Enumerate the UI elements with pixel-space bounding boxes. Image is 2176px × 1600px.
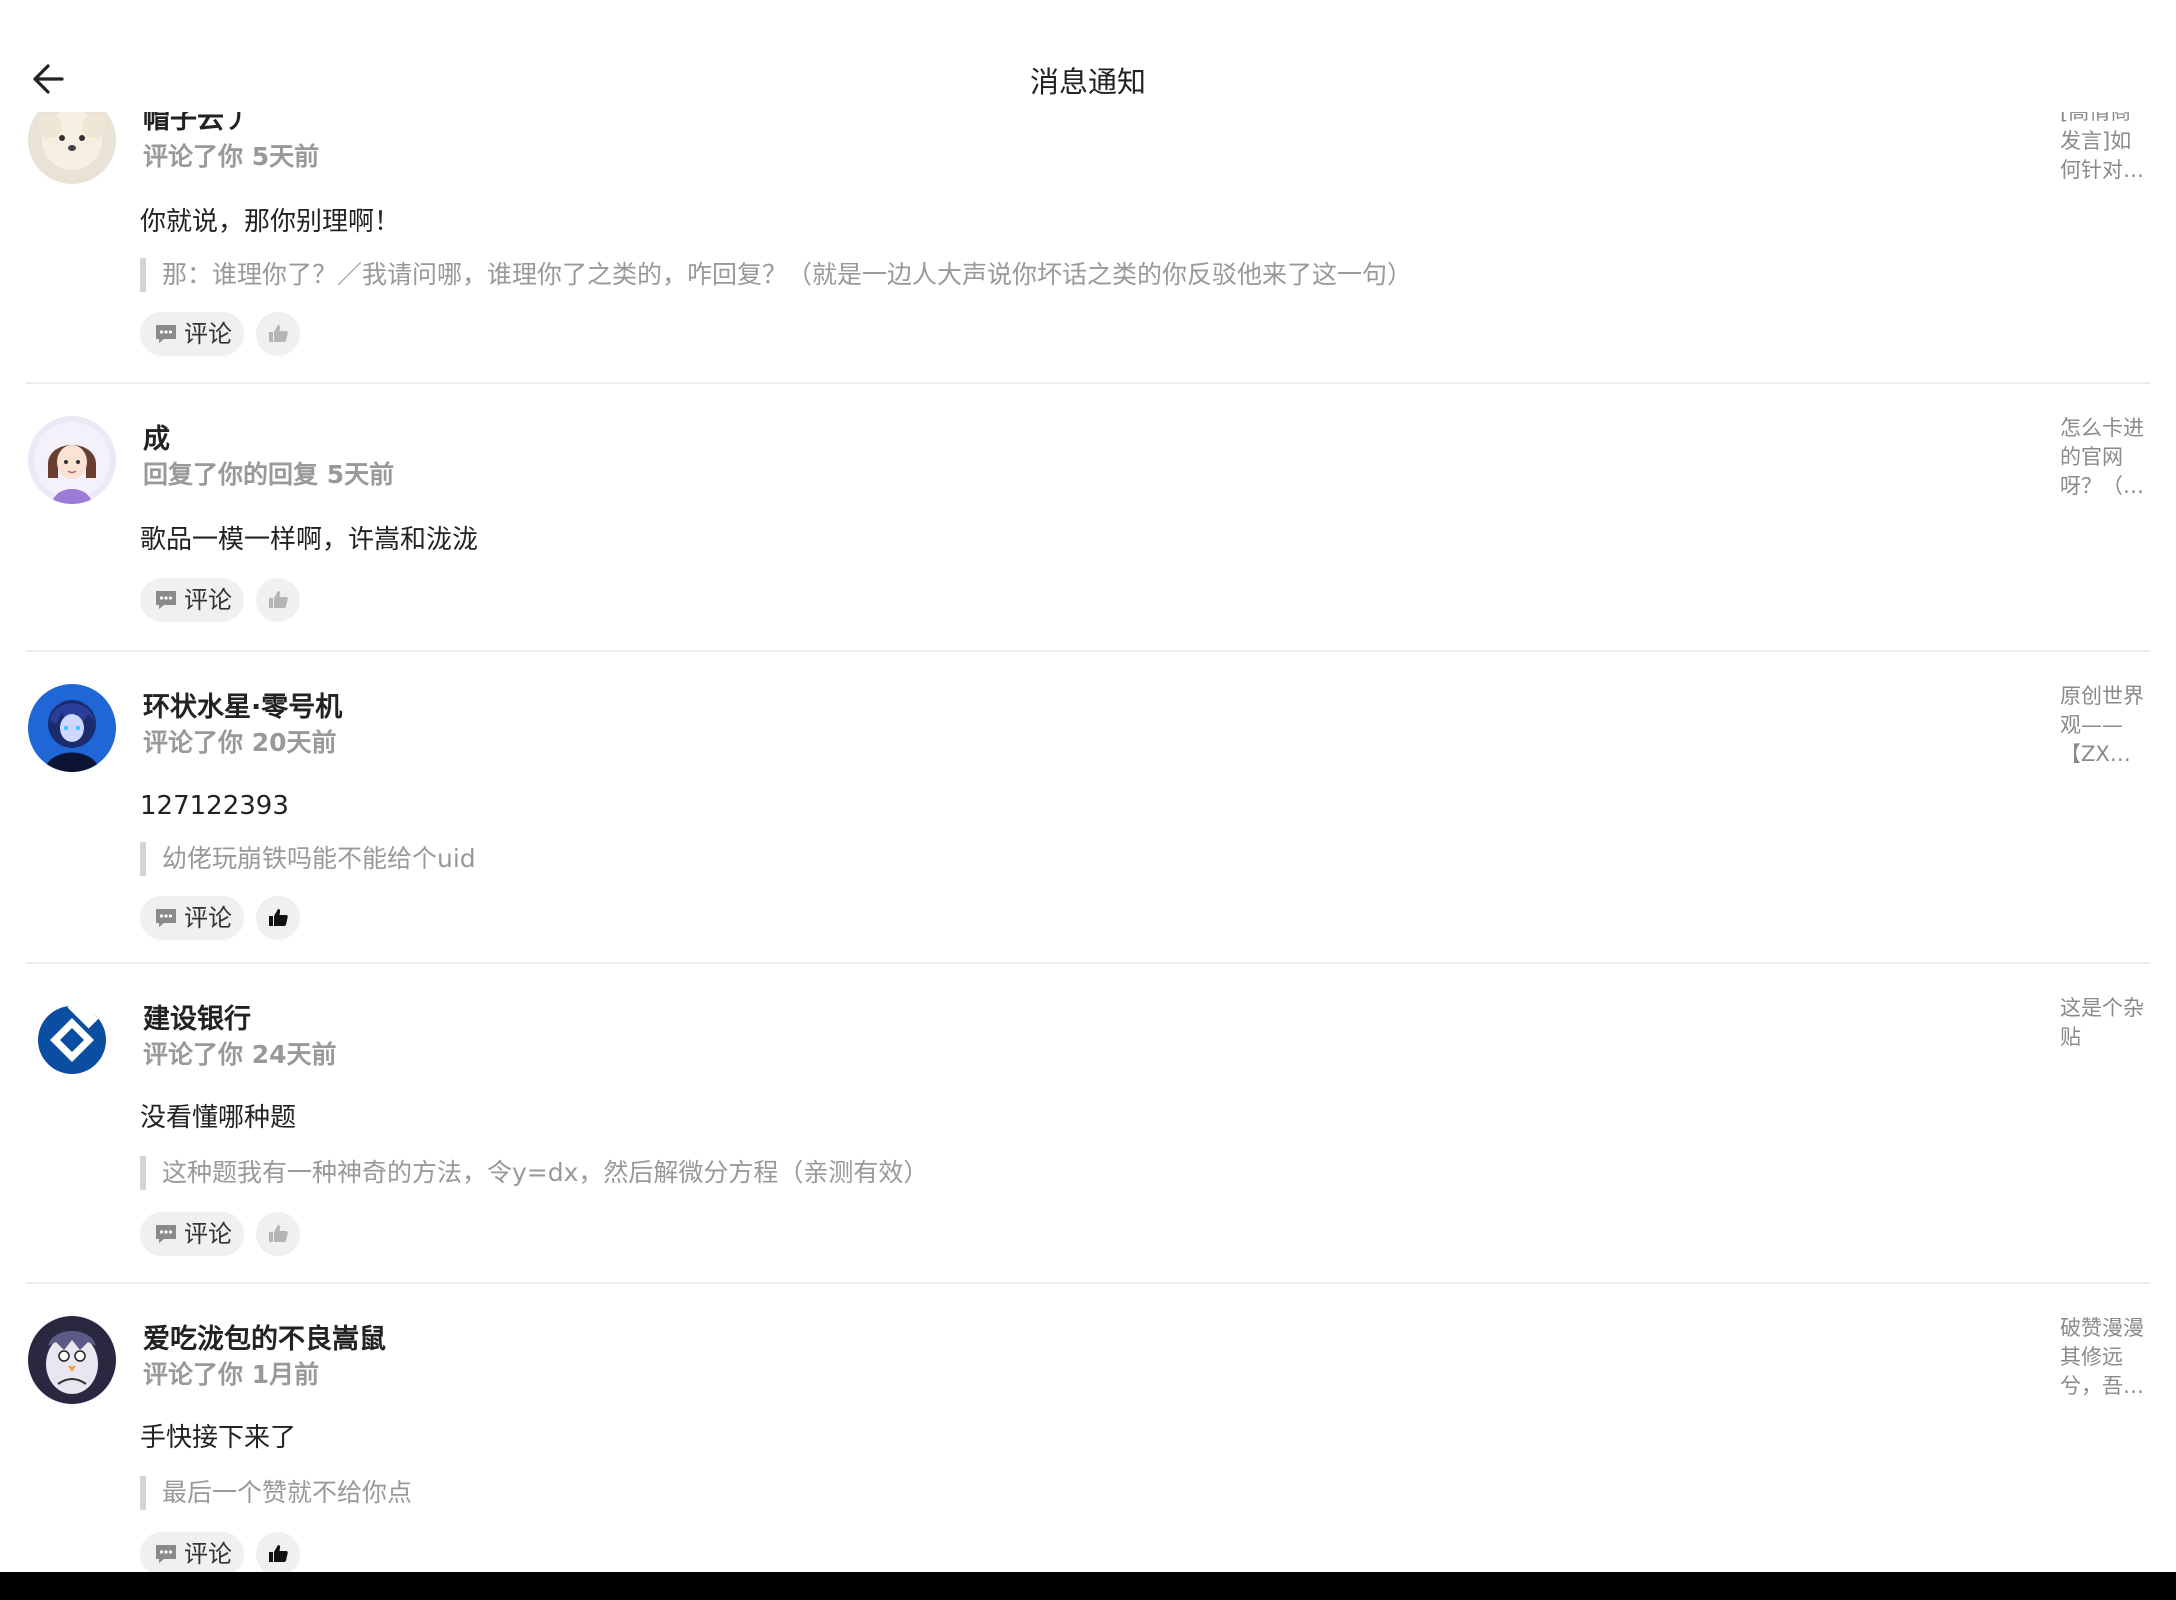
- comment-content[interactable]: 127122393: [140, 788, 289, 824]
- quoted-text: 那：谁理你了？／我请问哪，谁理你了之类的，咋回复？（就是一边人大声说你坏话之类的…: [140, 258, 1412, 292]
- comment-button[interactable]: 评论: [140, 578, 244, 622]
- avatar[interactable]: [28, 416, 116, 504]
- action-text: 评论了你 1月前: [143, 1360, 320, 1389]
- comment-button[interactable]: 评论: [140, 312, 244, 356]
- thumbs-up-icon: [269, 909, 288, 926]
- username[interactable]: 爱吃泷包的不良嵩鼠: [143, 1322, 386, 1358]
- comment-content[interactable]: 没看懂哪种题: [140, 1100, 296, 1136]
- speech-bubble-icon: [156, 591, 176, 609]
- username[interactable]: 环状水星·零号机: [143, 690, 342, 726]
- avatar-anime-blue-image: [28, 684, 116, 772]
- action-text: 评论了你 20天前: [143, 728, 337, 757]
- speech-bubble-icon: [156, 1225, 176, 1243]
- avatar-dog-image: [28, 112, 116, 184]
- ccb-logo-icon: [28, 996, 116, 1084]
- action-text: 回复了你的回复 5天前: [143, 460, 395, 489]
- speech-bubble-icon: [156, 325, 176, 343]
- username[interactable]: 帽子云丿: [143, 112, 251, 138]
- thumbs-up-icon: [269, 1545, 288, 1562]
- comment-content[interactable]: 手快接下来了: [140, 1420, 296, 1456]
- comment-button[interactable]: 评论: [140, 1532, 244, 1572]
- system-navigation-bar: [0, 1572, 2176, 1600]
- source-post-title[interactable]: 破赞漫漫 其修远 兮，吾…: [2060, 1314, 2148, 1401]
- quoted-text: 这种题我有一种神奇的方法，令y=dx，然后解微分方程（亲测有效）: [140, 1156, 928, 1190]
- comment-content[interactable]: 歌品一模一样啊，许嵩和泷泷: [140, 522, 478, 558]
- like-button[interactable]: [256, 1212, 300, 1256]
- like-button[interactable]: [256, 896, 300, 940]
- notification-item[interactable]: 环状水星·零号机 评论了你 20天前 原创世界 观—— 【ZX… 1271223…: [0, 652, 2176, 964]
- action-text: 评论了你 24天前: [143, 1040, 337, 1069]
- comment-label: 评论: [184, 586, 232, 614]
- comment-label: 评论: [184, 320, 232, 348]
- source-post-title[interactable]: 这是个杂 贴: [2060, 994, 2148, 1052]
- source-post-title[interactable]: 怎么卡进 的官网 呀？（…: [2060, 414, 2148, 501]
- quoted-text: 最后一个赞就不给你点: [140, 1476, 412, 1510]
- speech-bubble-icon: [156, 909, 176, 927]
- thumbs-up-icon: [269, 325, 288, 342]
- quoted-text: 幼佬玩崩铁吗能不能给个uid: [140, 842, 476, 876]
- source-post-title[interactable]: [高情商 发言]如 何针对…: [2060, 112, 2148, 185]
- comment-content[interactable]: 你就说，那你别理啊！: [140, 204, 400, 240]
- comment-button[interactable]: 评论: [140, 896, 244, 940]
- avatar-girl-image: [28, 416, 116, 504]
- notification-item[interactable]: 建设银行 评论了你 24天前 这是个杂 贴 没看懂哪种题 这种题我有一种神奇的方…: [0, 964, 2176, 1284]
- comment-label: 评论: [184, 1540, 232, 1568]
- speech-bubble-icon: [156, 1545, 176, 1563]
- avatar[interactable]: [28, 112, 116, 184]
- avatar-anime-penguin-image: [28, 1316, 116, 1404]
- action-text: 评论了你 5天前: [143, 142, 320, 171]
- comment-label: 评论: [184, 904, 232, 932]
- notification-item[interactable]: 爱吃泷包的不良嵩鼠 评论了你 1月前 破赞漫漫 其修远 兮，吾… 手快接下来了 …: [0, 1284, 2176, 1572]
- page-title: 消息通知: [1029, 65, 1146, 99]
- username[interactable]: 建设银行: [143, 1002, 251, 1038]
- notification-list[interactable]: 帽子云丿 评论了你 5天前 [高情商 发言]如 何针对… 你就说，那你别理啊！ …: [0, 112, 2176, 1572]
- like-button[interactable]: [256, 312, 300, 356]
- comment-button[interactable]: 评论: [140, 1212, 244, 1256]
- thumbs-up-icon: [269, 1225, 288, 1242]
- username[interactable]: 成: [143, 422, 170, 458]
- source-post-title[interactable]: 原创世界 观—— 【ZX…: [2060, 682, 2148, 769]
- notification-item[interactable]: 成 回复了你的回复 5天前 怎么卡进 的官网 呀？（… 歌品一模一样啊，许嵩和泷…: [0, 384, 2176, 652]
- like-button[interactable]: [256, 1532, 300, 1572]
- avatar[interactable]: [28, 684, 116, 772]
- like-button[interactable]: [256, 578, 300, 622]
- avatar[interactable]: [28, 1316, 116, 1404]
- header-bar: 消息通知: [0, 0, 2176, 112]
- comment-label: 评论: [184, 1220, 232, 1248]
- avatar[interactable]: [28, 996, 116, 1084]
- thumbs-up-icon: [269, 591, 288, 608]
